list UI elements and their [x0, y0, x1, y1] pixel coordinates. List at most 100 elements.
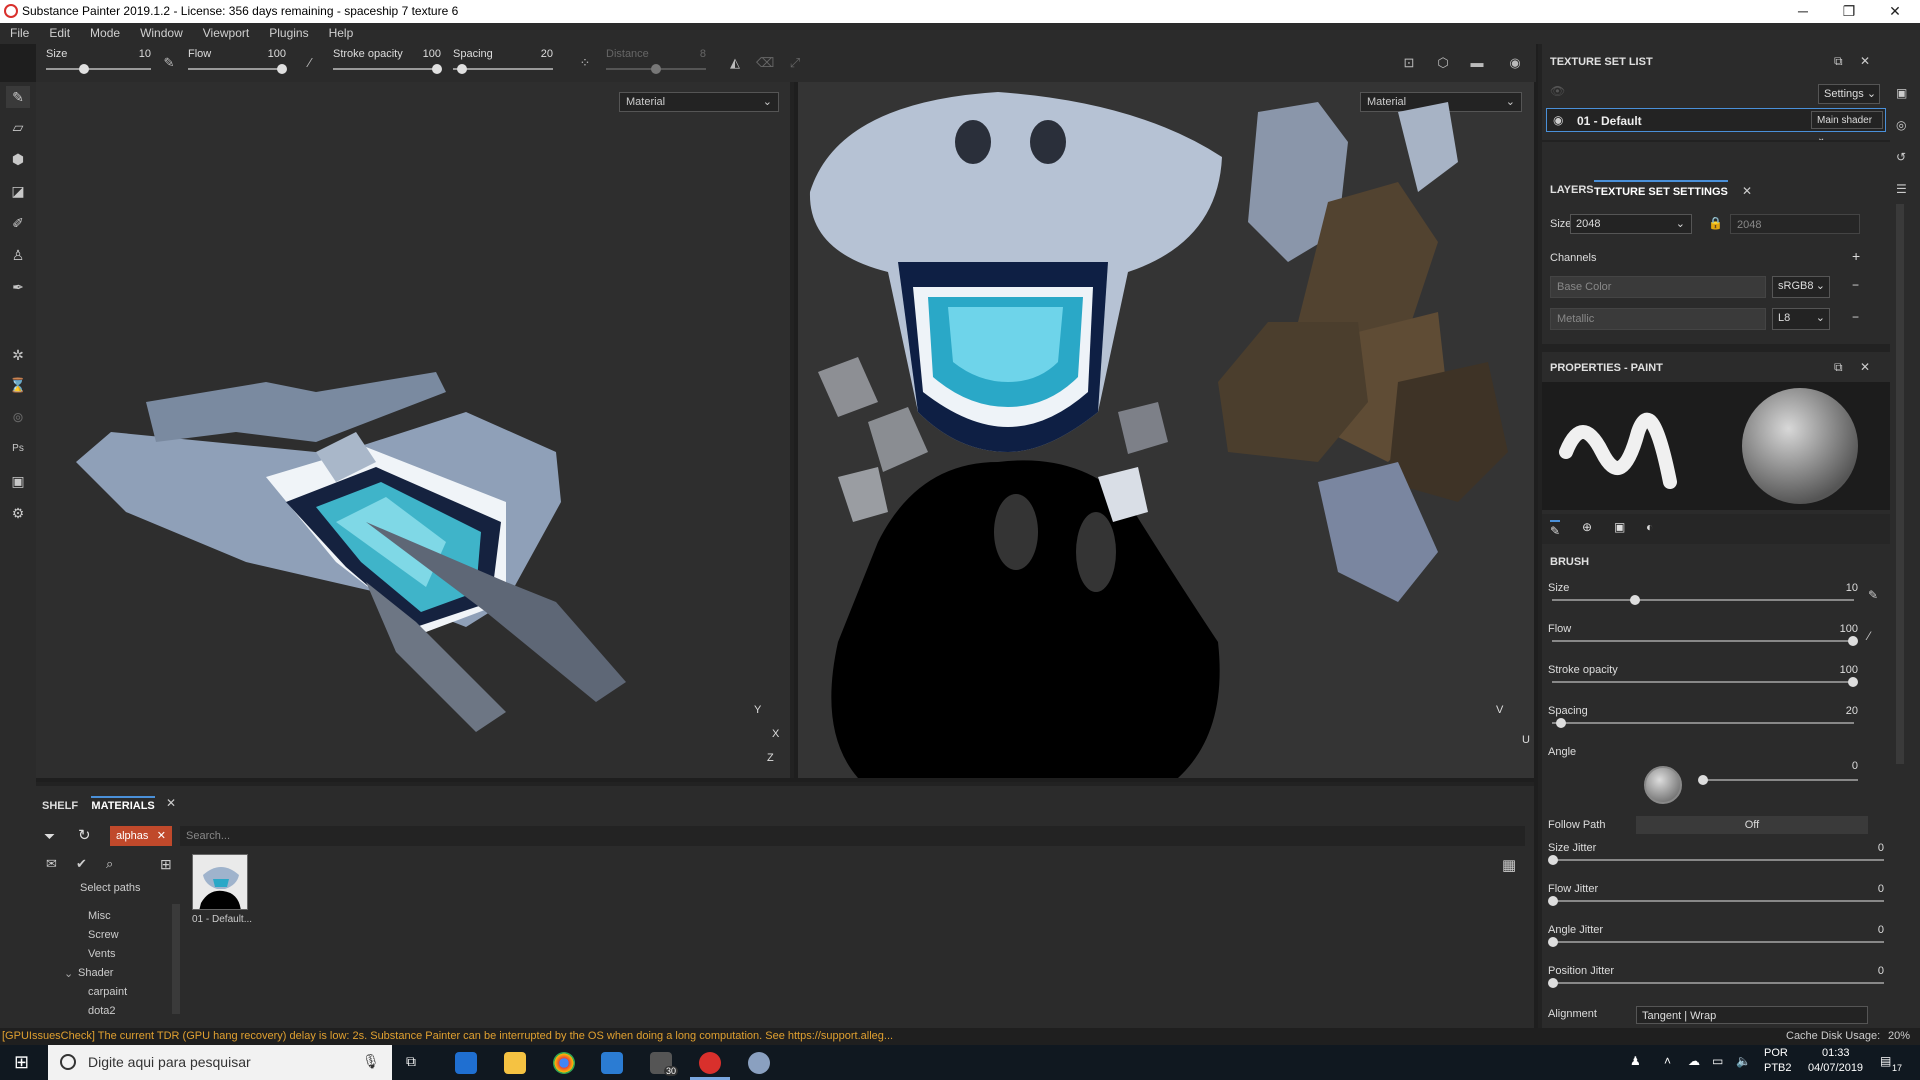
- filter-icon[interactable]: ⏷: [44, 828, 55, 845]
- stencil-tab-icon[interactable]: ◐: [1646, 520, 1653, 534]
- filter-chip[interactable]: alphas ✕: [110, 826, 172, 846]
- channel-format-select[interactable]: L8 ⌄: [1772, 308, 1830, 330]
- add-channel-icon[interactable]: +: [1852, 248, 1860, 264]
- menu-viewport[interactable]: Viewport: [193, 23, 259, 44]
- follow-path-toggle[interactable]: Off: [1636, 816, 1868, 834]
- pen-pressure-icon[interactable]: ⁄: [301, 54, 319, 72]
- position-jitter-value[interactable]: 0: [1878, 965, 1884, 977]
- edge-browser-icon[interactable]: [455, 1052, 477, 1074]
- toolbar-spacing-slider[interactable]: Spacing 20: [453, 48, 553, 78]
- tree-item-screw[interactable]: Screw: [88, 929, 119, 941]
- maximize-button[interactable]: ❐: [1826, 0, 1872, 23]
- viewport-2d-uv[interactable]: Material ⌄ V U: [798, 82, 1534, 778]
- pen-pressure-icon[interactable]: ✎: [160, 54, 178, 72]
- material-thumbnail[interactable]: [192, 854, 248, 910]
- slider-knob[interactable]: [79, 64, 89, 74]
- clock-time[interactable]: 01:33: [1822, 1047, 1850, 1059]
- tree-item-misc[interactable]: Misc: [88, 910, 111, 922]
- slider-knob[interactable]: [1556, 718, 1566, 728]
- menu-window[interactable]: Window: [130, 23, 193, 44]
- cloud-icon[interactable]: ☁: [1688, 1054, 1700, 1068]
- symmetry-icon[interactable]: ◭: [726, 54, 744, 72]
- flow-jitter-slider[interactable]: Flow Jitter 0: [1548, 883, 1888, 913]
- close-button[interactable]: ✕: [1872, 0, 1918, 23]
- channel-format-select[interactable]: sRGB8 ⌄: [1772, 276, 1830, 298]
- chevron-down-icon[interactable]: ⌄: [64, 967, 73, 980]
- brush-tab-icon[interactable]: ✎: [1550, 520, 1561, 538]
- slider-knob[interactable]: [1548, 896, 1558, 906]
- microphone-icon[interactable]: 🎙: [362, 1053, 380, 1070]
- toolbar-size-value[interactable]: 10: [139, 48, 151, 60]
- chevron-up-icon[interactable]: ˄: [1664, 1054, 1671, 1068]
- angle-jitter-slider[interactable]: Angle Jitter 0: [1548, 924, 1888, 954]
- texture-size-select[interactable]: 2048 ⌄: [1570, 214, 1692, 234]
- cube-view-icon[interactable]: ⬡: [1434, 54, 1452, 72]
- toolbar-stroke-opacity-value[interactable]: 100: [423, 48, 441, 60]
- close-panel-icon[interactable]: ✕: [1860, 360, 1870, 374]
- float-panel-icon[interactable]: ⧉: [1834, 360, 1843, 375]
- tree-item-vents[interactable]: Vents: [88, 948, 116, 960]
- tab-texture-set-settings[interactable]: TEXTURE SET SETTINGS: [1594, 180, 1728, 198]
- slider-knob[interactable]: [1848, 677, 1858, 687]
- brush-spacing-slider[interactable]: Spacing 20: [1548, 705, 1888, 735]
- language-bottom[interactable]: PTB2: [1764, 1062, 1792, 1074]
- store-icon[interactable]: [601, 1052, 623, 1074]
- menu-help[interactable]: Help: [319, 23, 364, 44]
- clock-date[interactable]: 04/07/2019: [1808, 1062, 1863, 1074]
- photoshop-export-icon[interactable]: Ps: [6, 438, 30, 460]
- angle-dial[interactable]: [1644, 766, 1682, 804]
- size-jitter-value[interactable]: 0: [1878, 842, 1884, 854]
- add-folder-icon[interactable]: ⊞: [160, 856, 172, 873]
- taskbar-search-input[interactable]: Digite aqui para pesquisar: [48, 1045, 392, 1080]
- texture-set-settings-button[interactable]: Settings ⌄: [1818, 84, 1880, 104]
- slider-knob[interactable]: [1848, 636, 1858, 646]
- language-top[interactable]: POR: [1764, 1047, 1788, 1059]
- eraser-icon[interactable]: ▱: [6, 116, 30, 138]
- notification-icon[interactable]: ▤: [1880, 1054, 1891, 1068]
- toolbar-flow-slider[interactable]: Flow 100: [188, 48, 287, 78]
- windows-start-icon[interactable]: ⊞: [14, 1052, 29, 1073]
- volume-icon[interactable]: 🔈: [1736, 1054, 1751, 1068]
- settings-gear-icon[interactable]: ⚙: [6, 502, 30, 524]
- substance-painter-icon[interactable]: [699, 1052, 721, 1074]
- tab-shelf[interactable]: SHELF: [42, 800, 78, 812]
- task-view-icon[interactable]: ⧉: [406, 1053, 416, 1070]
- texture-set-row[interactable]: ◉ 01 - Default Main shader ⌄: [1546, 108, 1886, 144]
- panel-scrollbar[interactable]: [1896, 204, 1904, 764]
- toolbar-distance-slider[interactable]: Distance 8: [606, 48, 706, 78]
- people-icon[interactable]: ♟: [1630, 1054, 1641, 1068]
- pen-pressure-icon[interactable]: ⁄: [1868, 629, 1870, 643]
- brush-size-value[interactable]: 10: [1846, 582, 1858, 594]
- alignment-select[interactable]: Tangent | Wrap: [1636, 1006, 1868, 1024]
- float-panel-icon[interactable]: ⧉: [1834, 54, 1843, 69]
- menu-file[interactable]: File: [0, 23, 39, 44]
- network-icon[interactable]: ▭: [1712, 1054, 1723, 1068]
- tree-item-carpaint[interactable]: carpaint: [88, 986, 127, 998]
- eraser-symmetry-icon[interactable]: ⌫: [756, 54, 774, 72]
- chrome-icon[interactable]: [553, 1052, 575, 1074]
- projection-icon[interactable]: ⬢: [6, 148, 30, 170]
- tab-materials[interactable]: MATERIALS: [91, 796, 155, 812]
- screenshot-camera-icon[interactable]: ◉: [1506, 54, 1524, 72]
- shader-select[interactable]: Main shader ⌄: [1811, 111, 1883, 144]
- brush-spacing-value[interactable]: 20: [1846, 705, 1858, 717]
- history-icon[interactable]: ↺: [1896, 150, 1906, 164]
- iray-icon[interactable]: ⌛: [6, 374, 30, 396]
- tree-item-dota2[interactable]: dota2: [88, 1005, 116, 1017]
- refresh-icon[interactable]: ↻: [78, 826, 91, 844]
- brush-flow-slider[interactable]: Flow 100 ⁄: [1548, 623, 1888, 653]
- toolbar-stroke-opacity-slider[interactable]: Stroke opacity 100: [333, 48, 442, 78]
- grid-view-icon[interactable]: ▦: [1502, 856, 1516, 874]
- menu-plugins[interactable]: Plugins: [259, 23, 318, 44]
- toolbar-distance-value[interactable]: 8: [700, 48, 706, 60]
- size-jitter-slider[interactable]: Size Jitter 0: [1548, 842, 1888, 872]
- slider-knob[interactable]: [651, 64, 661, 74]
- brush-flow-value[interactable]: 100: [1840, 623, 1858, 635]
- video-icon[interactable]: ▬: [1468, 54, 1486, 72]
- alpha-tab-icon[interactable]: ▣: [1614, 520, 1625, 534]
- transform-icon[interactable]: ⤢: [786, 54, 804, 72]
- brush-size-slider[interactable]: Size 10 ✎: [1548, 582, 1888, 612]
- minimize-button[interactable]: ─: [1780, 0, 1826, 23]
- toolbar-spacing-value[interactable]: 20: [541, 48, 553, 60]
- menu-mode[interactable]: Mode: [80, 23, 130, 44]
